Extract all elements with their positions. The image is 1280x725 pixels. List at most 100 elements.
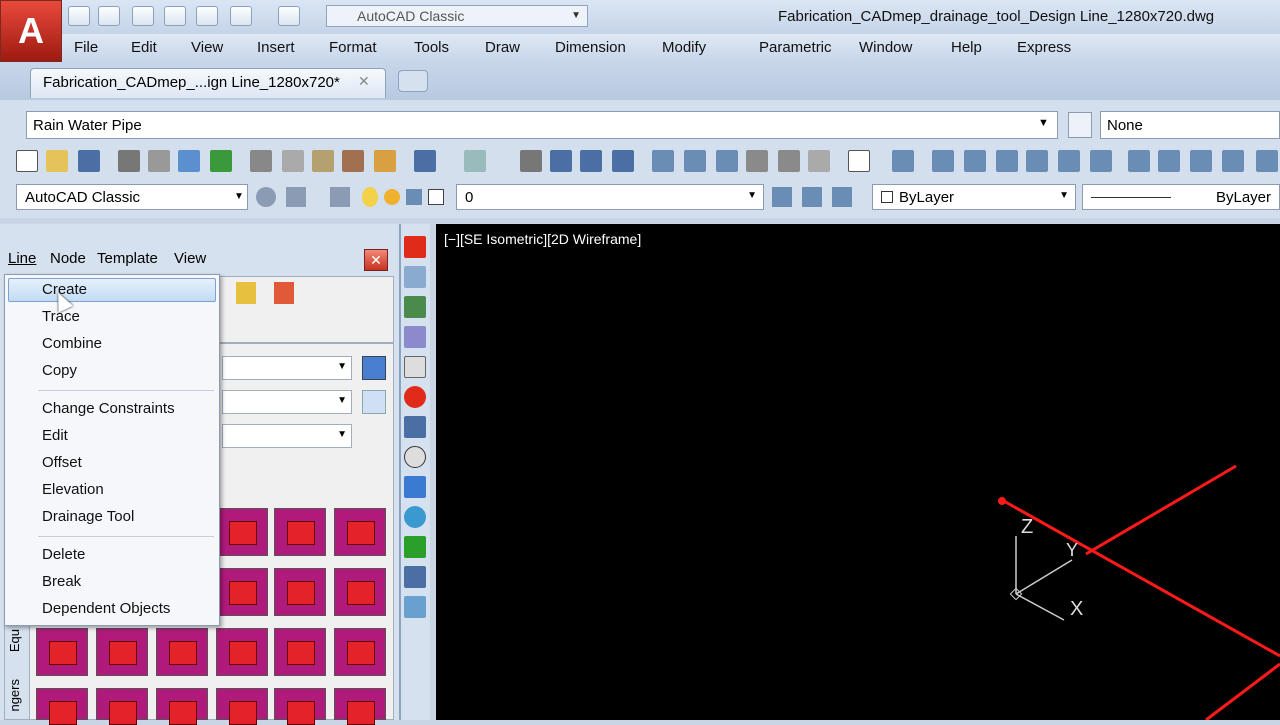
- view-bottom-icon[interactable]: [932, 150, 954, 172]
- report-icon[interactable]: [404, 566, 426, 588]
- menu-item-delete[interactable]: Delete: [42, 546, 85, 563]
- zoom-icon[interactable]: [404, 266, 426, 288]
- target-icon[interactable]: [404, 506, 426, 528]
- close-icon[interactable]: ✕: [358, 73, 370, 90]
- cut-icon[interactable]: [250, 150, 272, 172]
- menu-item-combine[interactable]: Combine: [42, 335, 102, 352]
- workspace-select[interactable]: AutoCAD Classic: [16, 184, 248, 210]
- menu-item-copy[interactable]: Copy: [42, 362, 77, 379]
- view-top-icon[interactable]: [892, 150, 914, 172]
- view-left-icon[interactable]: [964, 150, 986, 172]
- layer-state-icon[interactable]: [832, 187, 852, 207]
- design-line-icon[interactable]: [404, 326, 426, 348]
- block-editor-icon[interactable]: [374, 150, 396, 172]
- menu-express[interactable]: Express: [1017, 39, 1071, 56]
- fitting-item[interactable]: [216, 628, 268, 676]
- palette-menu-template[interactable]: Template: [97, 250, 158, 267]
- match-properties-icon[interactable]: [342, 150, 364, 172]
- fitting-item[interactable]: [274, 628, 326, 676]
- view-back-icon[interactable]: [1058, 150, 1080, 172]
- calculator-icon[interactable]: [808, 150, 830, 172]
- palette-menu-node[interactable]: Node: [50, 250, 86, 267]
- zoom-realtime-icon[interactable]: [550, 150, 572, 172]
- markup-icon[interactable]: [778, 150, 800, 172]
- fitting-item[interactable]: [36, 688, 88, 725]
- fitting-item[interactable]: [334, 628, 386, 676]
- layer-select[interactable]: 0 ▼: [456, 184, 764, 210]
- menu-view[interactable]: View: [191, 39, 223, 56]
- properties-icon[interactable]: [652, 150, 674, 172]
- service-select[interactable]: Rain Water Pipe: [26, 111, 1058, 139]
- fitting-item[interactable]: [156, 628, 208, 676]
- fitting-item[interactable]: [334, 568, 386, 616]
- fitting-bend-item[interactable]: [216, 508, 268, 556]
- side-tab-equipment[interactable]: Equ: [7, 629, 22, 652]
- publish-icon[interactable]: [178, 150, 200, 172]
- layers-icon[interactable]: [404, 296, 426, 318]
- ne-iso-icon[interactable]: [1190, 150, 1212, 172]
- save-icon[interactable]: [132, 6, 154, 26]
- material-select[interactable]: None: [1100, 111, 1280, 139]
- view-front-icon[interactable]: [1026, 150, 1048, 172]
- angle-icon[interactable]: [404, 416, 426, 438]
- palette-menu-view[interactable]: View: [174, 250, 206, 267]
- make-current-icon[interactable]: [772, 187, 792, 207]
- linetype-select[interactable]: ByLayer: [1082, 184, 1280, 210]
- warning-icon[interactable]: [404, 386, 426, 408]
- zoom-window-icon[interactable]: [580, 150, 602, 172]
- undo-icon[interactable]: [230, 6, 252, 26]
- application-menu-button[interactable]: A: [0, 0, 62, 62]
- se-iso-icon[interactable]: [1158, 150, 1180, 172]
- save-as-icon[interactable]: [164, 6, 186, 26]
- menu-item-change-constraints[interactable]: Change Constraints: [42, 400, 175, 417]
- palette-combo-2[interactable]: ▼: [222, 390, 352, 414]
- new-file-icon[interactable]: [68, 6, 90, 26]
- view-iso-icon[interactable]: [1090, 150, 1112, 172]
- fitting-item[interactable]: [216, 688, 268, 725]
- fitting-bend-item[interactable]: [274, 508, 326, 556]
- gear-icon[interactable]: [256, 187, 276, 207]
- menu-window[interactable]: Window: [859, 39, 912, 56]
- document-tab[interactable]: Fabrication_CADmep_...ign Line_1280x720*: [30, 68, 386, 98]
- menu-dimension[interactable]: Dimension: [555, 39, 626, 56]
- arrow-right-icon[interactable]: [404, 236, 426, 258]
- 3d-dwf-icon[interactable]: [210, 150, 232, 172]
- lightbulb-icon[interactable]: [362, 187, 378, 207]
- sun-icon[interactable]: [384, 189, 400, 205]
- menu-item-elevation[interactable]: Elevation: [42, 481, 104, 498]
- side-tab-hangers[interactable]: ngers: [7, 679, 22, 712]
- workspace-combo[interactable]: AutoCAD Classic ▼: [326, 5, 588, 27]
- sw-iso-icon[interactable]: [1128, 150, 1150, 172]
- palette-menu-line[interactable]: Line: [8, 250, 36, 267]
- menu-item-break[interactable]: Break: [42, 573, 81, 590]
- paint-icon[interactable]: [404, 476, 426, 498]
- tool-palettes-icon[interactable]: [716, 150, 738, 172]
- sheet-set-icon[interactable]: [746, 150, 768, 172]
- zoom-previous-icon[interactable]: [612, 150, 634, 172]
- menu-modify[interactable]: Modify: [662, 39, 706, 56]
- named-views-icon[interactable]: [1256, 150, 1278, 172]
- plot-icon[interactable]: [196, 6, 218, 26]
- filter-icon[interactable]: [362, 390, 386, 414]
- layer-color-swatch[interactable]: [428, 189, 444, 205]
- copy-icon[interactable]: [282, 150, 304, 172]
- layer-properties-icon[interactable]: [330, 187, 350, 207]
- fitting-item[interactable]: [96, 688, 148, 725]
- menu-item-offset[interactable]: Offset: [42, 454, 82, 471]
- palette-combo-1[interactable]: ▼: [222, 356, 352, 380]
- menu-item-edit[interactable]: Edit: [42, 427, 68, 444]
- lock-icon[interactable]: [406, 189, 422, 205]
- menu-file[interactable]: File: [74, 39, 98, 56]
- menu-help[interactable]: Help: [951, 39, 982, 56]
- 3d-edit-icon[interactable]: [274, 282, 294, 304]
- service-settings-button[interactable]: [1068, 112, 1092, 138]
- menu-insert[interactable]: Insert: [257, 39, 295, 56]
- fill-icon[interactable]: [404, 356, 426, 378]
- open-icon[interactable]: [46, 150, 68, 172]
- undo-icon[interactable]: [414, 150, 436, 172]
- preview-icon[interactable]: [148, 150, 170, 172]
- fitting-item[interactable]: [274, 688, 326, 725]
- new-tab-button[interactable]: [398, 70, 428, 92]
- menu-item-dependent-objects[interactable]: Dependent Objects: [42, 600, 170, 617]
- fitting-item[interactable]: [156, 688, 208, 725]
